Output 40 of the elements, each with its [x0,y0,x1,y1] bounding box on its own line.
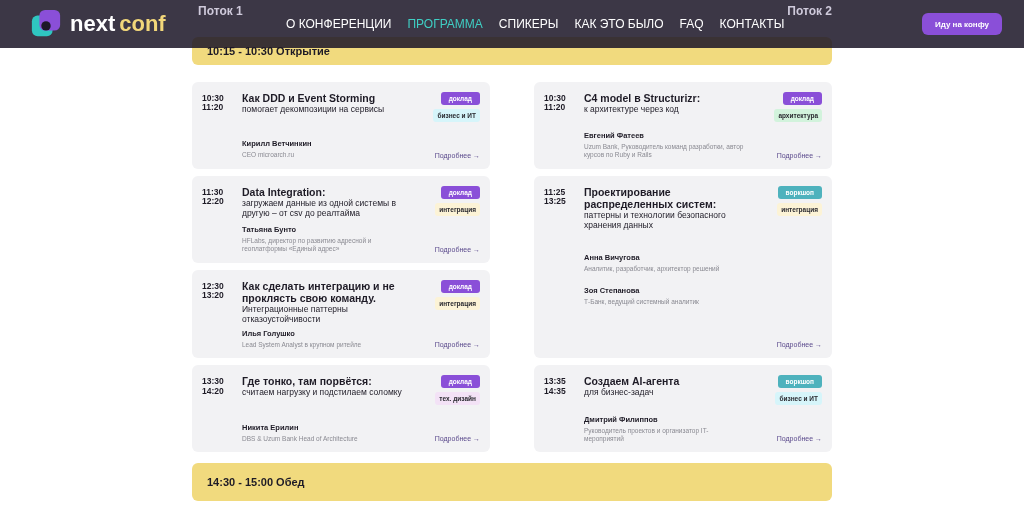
talk-subtitle: Интеграционные паттерны отказоустойчивости [242,304,349,325]
talk-title: Проектирование распределенных систем: [584,186,718,211]
nav-link[interactable]: КАК ЭТО БЫЛО [574,17,664,31]
logo-text: conf [119,11,166,37]
talk-subtitle: к архитектуре через код [584,104,680,115]
start-time: 11:30 [202,188,225,198]
talk-subtitle: помогает декомпозиции на сервисы [242,104,386,115]
end-time: 13:20 [202,291,225,301]
start-time: 10:30 [202,94,225,104]
nav-link[interactable]: О КОНФЕРЕНЦИИ [286,17,392,31]
stream-heading: Поток 1 [198,4,243,20]
nav-link[interactable]: КОНТАКТЫ [719,17,785,31]
talk-subtitle: паттерны и технологии безопасного хранения данных [584,210,727,231]
talk-subtitle: считаем нагрузку и подстилаем соломку [242,387,403,398]
logo-text: next [70,11,116,37]
start-time: 11:25 [544,188,567,198]
nav-link[interactable]: ПРОГРАММА [407,17,483,31]
start-time: 10:30 [544,94,567,104]
end-time: 11:20 [202,103,225,113]
talk-title: Как сделать интеграцию и не проклясть свою команду. [242,280,396,305]
talk-title: Как DDD и Event Storming [242,92,377,105]
end-time: 12:20 [202,197,225,207]
start-time: 13:30 [202,377,225,387]
talk-title: C4 model в Structurizr: [584,92,702,105]
start-time: 12:30 [202,282,225,292]
lunch-bar: 14:30 - 15:00 Обед [192,463,832,502]
end-time: 11:20 [544,103,567,113]
end-time: 14:35 [544,386,567,396]
talk-title: Где тонко, там порвётся: [242,375,373,388]
nav-link[interactable]: СПИКЕРЫ [498,17,559,31]
start-time: 13:35 [544,377,567,387]
nav-link[interactable]: FAQ [679,17,704,31]
end-time: 14:20 [202,386,225,396]
register-button[interactable]: Иду на конфу [922,13,1002,35]
talk-title: Data Integration: [242,186,327,199]
talk-subtitle: загружаем данные из одной системы в другую – от csv до реалтайма [242,198,397,219]
talk-title: Создаем AI-агента [584,375,681,388]
talk-subtitle: для бизнес-задач [584,387,655,398]
end-time: 13:25 [544,197,567,207]
stream-heading: Поток 2 [787,4,832,20]
